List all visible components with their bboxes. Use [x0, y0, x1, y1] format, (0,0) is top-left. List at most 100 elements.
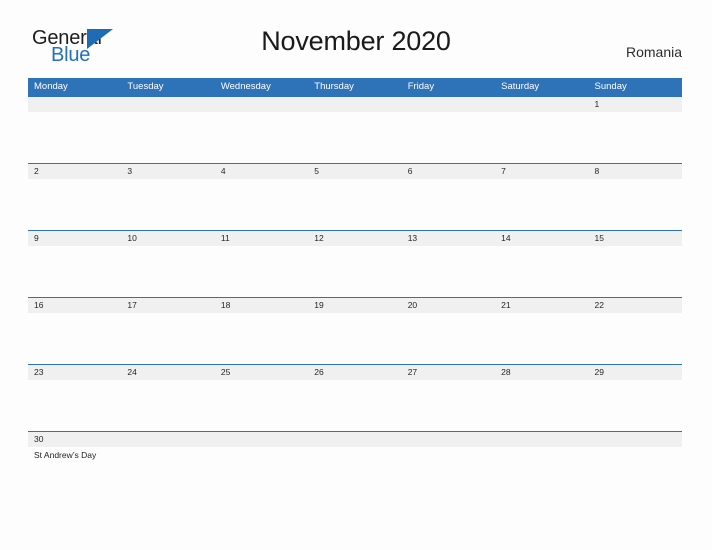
weekday-header-saturday: Saturday	[501, 81, 540, 92]
weekday-header-wednesday: Wednesday	[220, 81, 271, 92]
day-number-empty	[121, 432, 214, 447]
day-number[interactable]: 12	[308, 231, 401, 246]
day-number[interactable]: 24	[121, 365, 214, 380]
calendar-week-row: 16 17 18 19 20 21 22	[28, 297, 682, 364]
day-cell[interactable]	[28, 112, 121, 163]
page-header: General Blue November 2020 Romania	[0, 0, 712, 78]
day-cell[interactable]	[589, 313, 682, 364]
day-cell[interactable]	[215, 313, 308, 364]
day-cell[interactable]	[495, 380, 588, 431]
day-cell[interactable]	[121, 246, 214, 297]
day-cell[interactable]	[495, 112, 588, 163]
week-event-strip	[28, 313, 682, 364]
day-number-empty	[402, 432, 495, 447]
day-cell[interactable]	[28, 380, 121, 431]
day-cell[interactable]	[589, 112, 682, 163]
day-cell[interactable]	[402, 179, 495, 230]
day-cell[interactable]	[308, 112, 401, 163]
day-cell[interactable]	[402, 380, 495, 431]
day-number[interactable]: 13	[402, 231, 495, 246]
day-cell[interactable]	[121, 112, 214, 163]
day-cell[interactable]	[308, 179, 401, 230]
day-number[interactable]: 27	[402, 365, 495, 380]
day-cell[interactable]	[215, 179, 308, 230]
day-number[interactable]: 28	[495, 365, 588, 380]
day-cell[interactable]	[215, 447, 308, 498]
day-cell[interactable]	[495, 246, 588, 297]
day-number[interactable]: 18	[215, 298, 308, 313]
day-cell[interactable]	[495, 313, 588, 364]
week-event-strip	[28, 380, 682, 431]
day-number[interactable]: 26	[308, 365, 401, 380]
week-date-strip: 1	[28, 97, 682, 112]
calendar-page: General Blue November 2020 Romania Monda…	[0, 0, 712, 550]
day-cell[interactable]	[402, 447, 495, 498]
day-cell[interactable]	[121, 179, 214, 230]
day-number[interactable]: 20	[402, 298, 495, 313]
day-number[interactable]: 19	[308, 298, 401, 313]
day-number[interactable]: 14	[495, 231, 588, 246]
day-number[interactable]: 10	[121, 231, 214, 246]
day-number[interactable]: 17	[121, 298, 214, 313]
day-cell[interactable]	[121, 313, 214, 364]
weekday-header-thursday: Thursday	[314, 81, 354, 92]
day-cell[interactable]	[495, 447, 588, 498]
day-cell[interactable]	[215, 246, 308, 297]
day-number[interactable]: 30	[28, 432, 121, 447]
weekday-header-sunday: Sunday	[594, 81, 627, 92]
country-label: Romania	[625, 44, 682, 60]
calendar-week-row: 1	[28, 96, 682, 163]
day-number[interactable]: 23	[28, 365, 121, 380]
day-number[interactable]: 3	[121, 164, 214, 179]
day-number[interactable]: 29	[589, 365, 682, 380]
week-date-strip: 16 17 18 19 20 21 22	[28, 298, 682, 313]
weekday-header-tuesday: Tuesday	[127, 81, 164, 92]
day-cell[interactable]	[589, 380, 682, 431]
day-cell[interactable]	[121, 447, 214, 498]
day-number[interactable]: 11	[215, 231, 308, 246]
day-number[interactable]: 16	[28, 298, 121, 313]
day-number-empty	[495, 97, 588, 112]
day-cell[interactable]	[215, 380, 308, 431]
day-number[interactable]: 21	[495, 298, 588, 313]
day-cell[interactable]	[589, 179, 682, 230]
day-number-empty	[121, 97, 214, 112]
day-cell[interactable]	[402, 246, 495, 297]
day-cell[interactable]	[308, 246, 401, 297]
day-cell[interactable]	[589, 447, 682, 498]
day-cell[interactable]	[308, 380, 401, 431]
day-cell[interactable]	[402, 313, 495, 364]
day-number[interactable]: 25	[215, 365, 308, 380]
day-cell[interactable]	[308, 313, 401, 364]
day-number[interactable]: 7	[495, 164, 588, 179]
calendar-week-row: 2345678	[28, 163, 682, 230]
day-number-empty	[495, 432, 588, 447]
calendar-weeks: 1 2 3 4 5 6 7 8 9 10 11 12 13 14 15 16 17 18 19 20 21 22 23 24 2…	[28, 96, 682, 498]
holiday-label: St Andrew’s Day	[34, 450, 97, 460]
day-number-empty	[28, 97, 121, 112]
calendar-week-row: 30 St Andrew’s Day	[28, 431, 682, 498]
day-cell[interactable]	[215, 112, 308, 163]
day-number[interactable]: 2	[28, 164, 121, 179]
day-number[interactable]: 9	[28, 231, 121, 246]
day-cell[interactable]	[495, 179, 588, 230]
day-number[interactable]: 15	[589, 231, 682, 246]
day-number[interactable]: 5	[308, 164, 401, 179]
day-cell[interactable]	[28, 246, 121, 297]
day-number[interactable]: 1	[589, 97, 682, 112]
week-date-strip: 30	[28, 432, 682, 447]
day-number[interactable]: 4	[215, 164, 308, 179]
calendar-grid: Monday Tuesday Wednesday Thursday Friday…	[28, 78, 682, 498]
day-cell[interactable]	[28, 313, 121, 364]
day-number[interactable]: 22	[589, 298, 682, 313]
day-cell[interactable]	[589, 246, 682, 297]
day-number[interactable]: 6	[402, 164, 495, 179]
day-number[interactable]: 8	[589, 164, 682, 179]
day-cell[interactable]	[121, 380, 214, 431]
week-date-strip: 23 24 25 26 27 28 29	[28, 365, 682, 380]
day-cell[interactable]	[28, 179, 121, 230]
day-cell[interactable]: St Andrew’s Day	[28, 447, 121, 498]
day-cell[interactable]	[308, 447, 401, 498]
day-number-empty	[215, 97, 308, 112]
day-cell[interactable]	[402, 112, 495, 163]
